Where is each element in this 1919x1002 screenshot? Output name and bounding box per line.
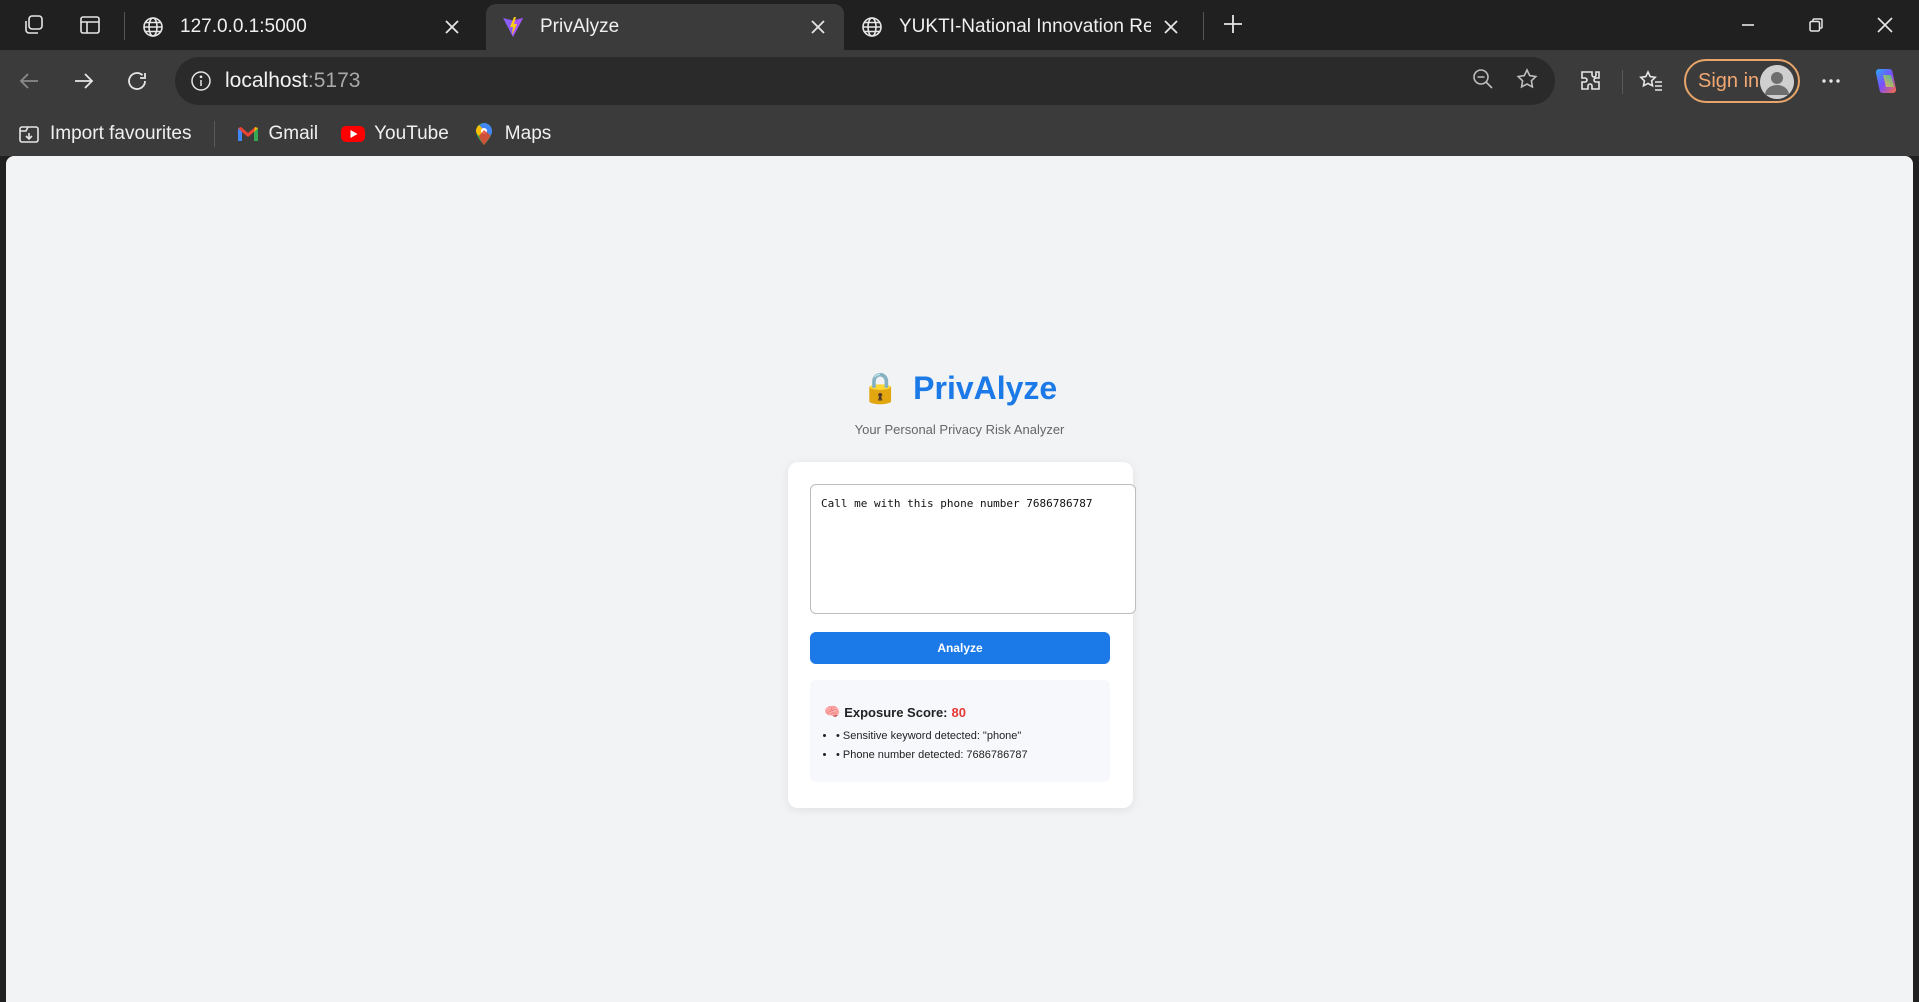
copilot-icon[interactable]: [1866, 62, 1906, 100]
bookmark-label: Gmail: [268, 123, 319, 144]
url-host: localhost: [225, 69, 308, 92]
globe-icon: [859, 14, 885, 40]
favorite-star-icon[interactable]: [1515, 67, 1539, 96]
minimize-button[interactable]: [1713, 0, 1783, 50]
bookmarks-bar: Import favourites Gmail YouTube Maps: [0, 112, 1919, 156]
zoom-out-icon[interactable]: [1471, 67, 1495, 96]
tab-strip: 127.0.0.1:5000 PrivAlyze YUKTI-National …: [0, 0, 1919, 50]
analyzer-card: Call me with this phone number 768678678…: [788, 462, 1136, 808]
gmail-icon: [235, 121, 261, 147]
tab-title: YUKTI-National Innovation Repository: [899, 16, 1151, 37]
close-tab-icon[interactable]: [806, 15, 830, 39]
tab-title: PrivAlyze: [540, 16, 620, 37]
sign-in-button[interactable]: Sign in: [1684, 59, 1800, 103]
bookmark-import-favourites[interactable]: Import favourites: [16, 121, 192, 147]
workspaces-icon[interactable]: [14, 8, 54, 42]
bookmark-youtube[interactable]: YouTube: [340, 121, 449, 147]
brain-icon: 🧠: [824, 704, 841, 719]
score-value: 80: [951, 704, 966, 720]
sign-in-label: Sign in: [1698, 69, 1760, 92]
bookmark-label: Import favourites: [50, 123, 192, 144]
bookmark-maps[interactable]: Maps: [471, 121, 551, 147]
back-button[interactable]: [10, 62, 50, 100]
bookmark-gmail[interactable]: Gmail: [235, 121, 319, 147]
youtube-icon: [340, 121, 366, 147]
browser-toolbar: localhost:5173 Sign in: [0, 50, 1919, 112]
globe-icon: [140, 14, 166, 40]
text-input[interactable]: Call me with this phone number 768678678…: [810, 484, 1136, 614]
bookmark-label: Maps: [504, 123, 552, 144]
exposure-score: 🧠 Exposure Score: 80: [824, 704, 1096, 720]
forward-button[interactable]: [63, 62, 103, 100]
maps-icon: [471, 121, 497, 147]
url-port: :5173: [307, 69, 361, 92]
app-header: 🔒 PrivAlyze: [6, 370, 1913, 407]
app-title-text: PrivAlyze: [913, 370, 1058, 406]
close-window-button[interactable]: [1850, 0, 1919, 50]
findings-list: • Sensitive keyword detected: "phone" • …: [824, 730, 1096, 761]
lock-icon: 🔒: [861, 372, 900, 405]
site-info-icon[interactable]: [177, 57, 225, 105]
favorites-icon[interactable]: [1631, 62, 1671, 100]
score-label: Exposure Score:: [844, 704, 948, 720]
restore-button[interactable]: [1781, 0, 1851, 50]
more-options-icon[interactable]: [1811, 62, 1851, 100]
tab-title: 127.0.0.1:5000: [180, 16, 307, 37]
vertical-tabs-icon[interactable]: [70, 8, 110, 42]
close-tab-icon[interactable]: [440, 15, 464, 39]
list-item: • Phone number detected: 7686786787: [836, 749, 1096, 761]
refresh-button[interactable]: [117, 62, 157, 100]
extensions-icon[interactable]: [1571, 62, 1611, 100]
analyze-button[interactable]: Analyze: [810, 632, 1110, 664]
result-panel: 🧠 Exposure Score: 80 • Sensitive keyword…: [810, 680, 1110, 782]
bookmark-label: YouTube: [374, 123, 449, 144]
tab-yukti[interactable]: YUKTI-National Innovation Repository: [845, 4, 1197, 50]
avatar: [1760, 65, 1794, 99]
vite-logo-icon: [500, 14, 526, 40]
list-item: • Sensitive keyword detected: "phone": [836, 730, 1096, 742]
url-text[interactable]: localhost:5173: [225, 69, 360, 93]
app-title: 🔒 PrivAlyze: [862, 370, 1057, 407]
tab-privalyze[interactable]: PrivAlyze: [486, 4, 844, 50]
address-bar[interactable]: localhost:5173: [175, 57, 1555, 105]
close-tab-icon[interactable]: [1159, 15, 1183, 39]
page-viewport: 🔒 PrivAlyze Your Personal Privacy Risk A…: [6, 156, 1913, 1002]
tab-127-0-0-1[interactable]: 127.0.0.1:5000: [126, 4, 478, 50]
new-tab-button[interactable]: [1213, 6, 1253, 42]
import-icon: [16, 121, 42, 147]
app-subtitle: Your Personal Privacy Risk Analyzer: [854, 422, 1065, 437]
